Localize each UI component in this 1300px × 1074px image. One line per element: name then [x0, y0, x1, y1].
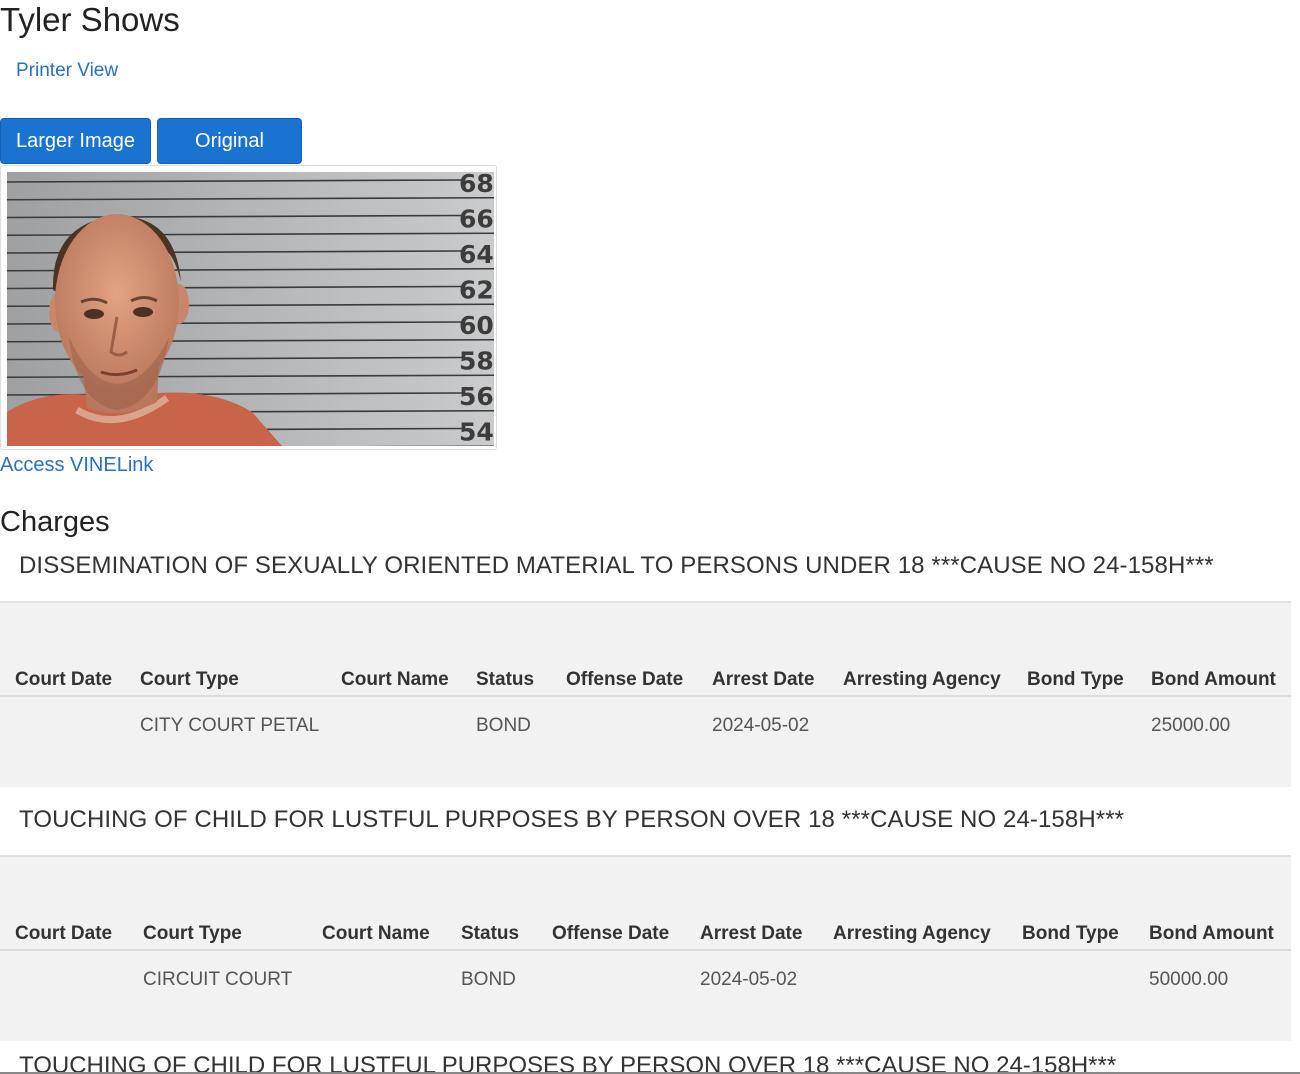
- column-header-status: Status: [446, 855, 537, 951]
- column-header-arrest-date: Arrest Date: [697, 601, 828, 697]
- offense-date-cell: [551, 696, 697, 787]
- charge-table: Court Date Court Type Court Name Status …: [0, 601, 1291, 787]
- column-header-arresting-agency: Arresting Agency: [828, 601, 1012, 697]
- court-name-cell: [307, 950, 446, 1041]
- charge-title: TOUCHING OF CHILD FOR LUSTFUL PURPOSES B…: [19, 1052, 1117, 1074]
- court-type-cell: CITY COURT PETAL: [140, 715, 320, 736]
- column-header-bond-amount: Bond Amount: [1134, 855, 1291, 951]
- inmate-detail-page: Tyler Shows Printer View Larger Image Or…: [0, 0, 1300, 1074]
- mugshot-photo: 68 66 64 62 60 58 56 54: [7, 172, 494, 446]
- column-header-court-date: Court Date: [0, 855, 128, 951]
- status-cell: BOND: [476, 715, 531, 736]
- column-header-court-date: Court Date: [0, 601, 125, 697]
- larger-image-button[interactable]: Larger Image: [0, 118, 151, 164]
- vinelink-link[interactable]: Access VINELink: [0, 454, 153, 477]
- height-chart-label: 60: [459, 311, 494, 340]
- height-chart-label: 54: [459, 418, 494, 447]
- height-chart-label: 64: [459, 240, 494, 269]
- arresting-agency-cell: [818, 950, 1007, 1041]
- arrest-date-cell: 2024-05-02: [712, 715, 810, 736]
- column-header-court-type: Court Type: [128, 855, 307, 951]
- arrest-date-cell: 2024-05-02: [700, 969, 798, 990]
- column-header-bond-type: Bond Type: [1012, 601, 1136, 697]
- column-header-offense-date: Offense Date: [537, 855, 685, 951]
- column-header-bond-type: Bond Type: [1007, 855, 1134, 951]
- court-date-cell: [0, 696, 125, 787]
- column-header-offense-date: Offense Date: [551, 601, 697, 697]
- column-header-court-name: Court Name: [307, 855, 446, 951]
- mugshot-image[interactable]: 68 66 64 62 60 58 56 54: [0, 165, 497, 450]
- charge-table: Court Date Court Type Court Name Status …: [0, 855, 1291, 1041]
- bond-type-cell: [1007, 950, 1134, 1041]
- court-name-cell: [326, 696, 461, 787]
- column-header-arrest-date: Arrest Date: [685, 855, 818, 951]
- table-row: CITY COURT PETAL BOND 2024-05-02 25000.0…: [0, 696, 1291, 787]
- charge-title: DISSEMINATION OF SEXUALLY ORIENTED MATER…: [19, 552, 1214, 579]
- arresting-agency-cell: [828, 696, 1012, 787]
- printer-view-link[interactable]: Printer View: [16, 60, 118, 82]
- height-chart-label: 68: [459, 172, 494, 198]
- table-row: CIRCUIT COURT BOND 2024-05-02 50000.00: [0, 950, 1291, 1041]
- height-chart-label: 66: [459, 205, 494, 234]
- height-chart-label: 62: [459, 276, 494, 305]
- court-date-cell: [0, 950, 128, 1041]
- status-cell: BOND: [461, 969, 516, 990]
- column-header-status: Status: [461, 601, 551, 697]
- inmate-name: Tyler Shows: [0, 1, 180, 38]
- bond-amount-cell: 50000.00: [1149, 969, 1229, 990]
- height-chart-label: 58: [459, 347, 494, 376]
- column-header-court-name: Court Name: [326, 601, 461, 697]
- offense-date-cell: [537, 950, 685, 1041]
- column-header-arresting-agency: Arresting Agency: [818, 855, 1007, 951]
- bond-amount-cell: 25000.00: [1151, 715, 1231, 736]
- bond-type-cell: [1012, 696, 1136, 787]
- original-size-button[interactable]: Original Size: [157, 118, 302, 196]
- column-header-bond-amount: Bond Amount: [1136, 601, 1291, 697]
- court-type-cell: CIRCUIT COURT: [143, 969, 293, 990]
- height-chart-label: 56: [459, 382, 494, 411]
- charge-title: TOUCHING OF CHILD FOR LUSTFUL PURPOSES B…: [19, 806, 1125, 833]
- charges-heading: Charges: [0, 506, 110, 538]
- column-header-court-type: Court Type: [125, 601, 326, 697]
